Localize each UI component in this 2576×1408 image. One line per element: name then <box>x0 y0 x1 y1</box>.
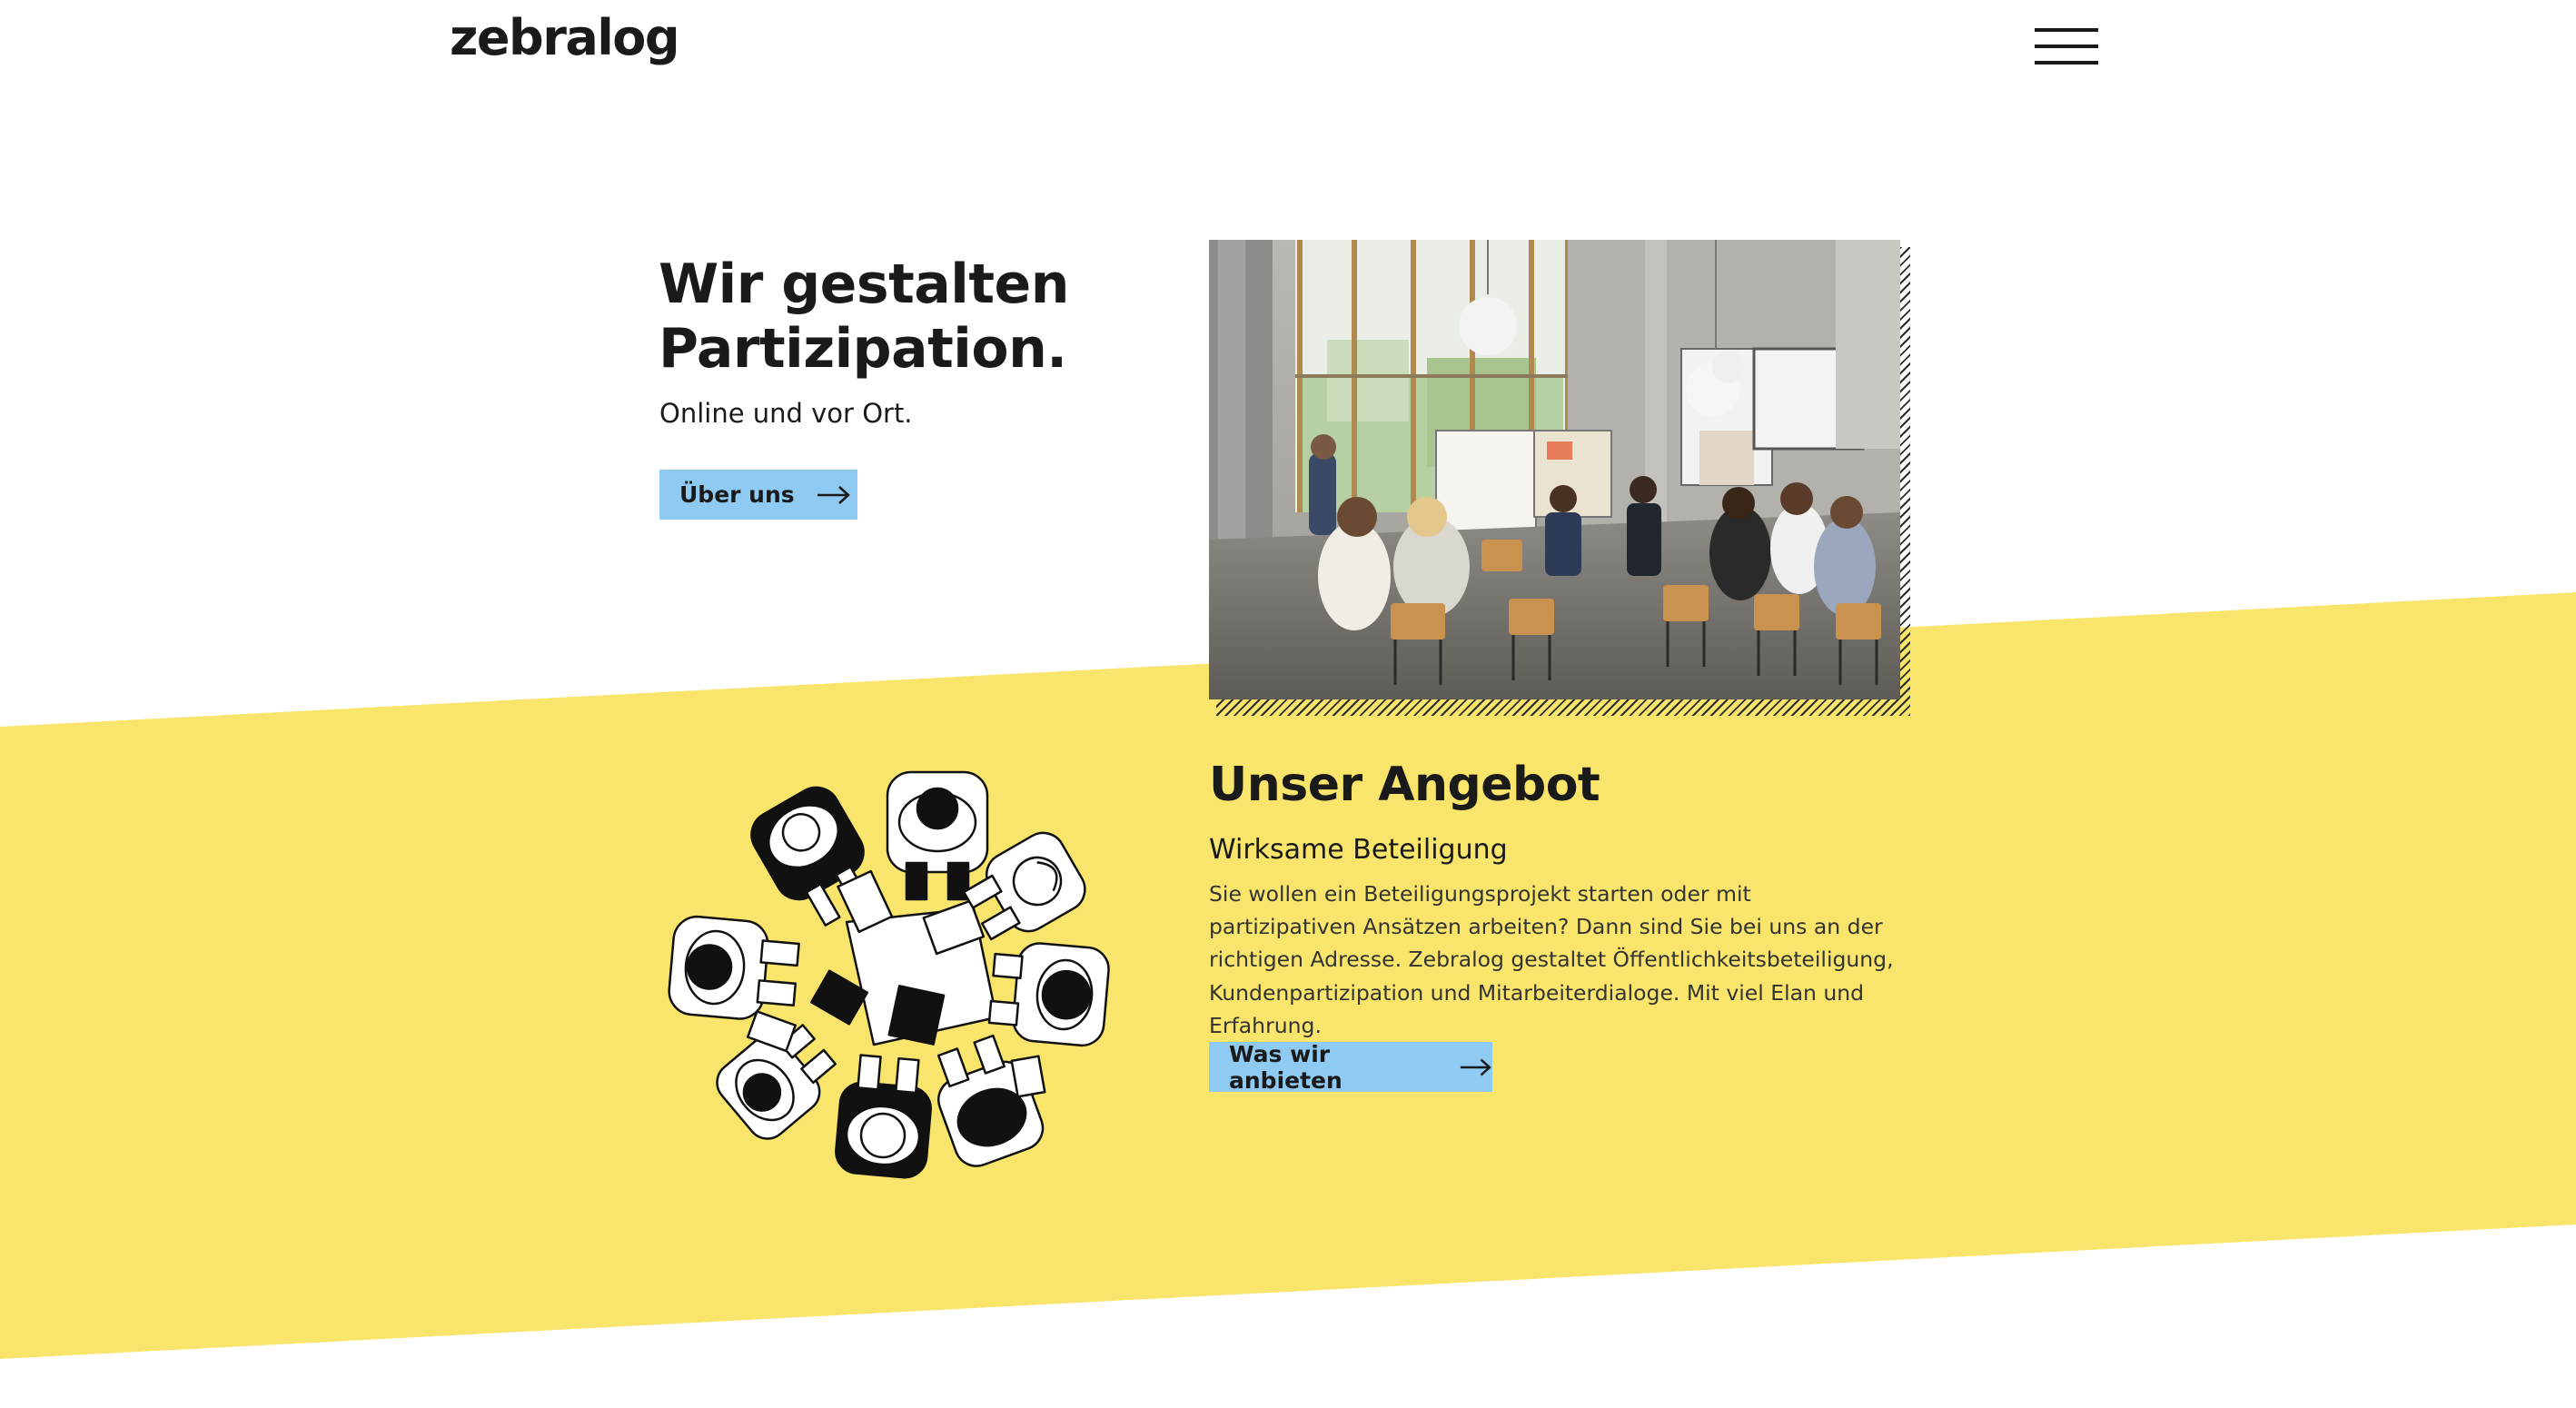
meeting-table-illustration <box>656 745 1137 1199</box>
offers-button[interactable]: Was wir anbieten <box>1209 1040 1492 1094</box>
menu-line <box>2035 61 2098 64</box>
menu-line <box>2035 28 2098 32</box>
about-us-button[interactable]: Über uns <box>659 470 857 520</box>
offer-subtitle: Wirksame Beteiligung <box>1209 834 1508 866</box>
offer-body: Sie wollen ein Beteiligungsprojekt start… <box>1209 881 1894 1038</box>
hero-title: Wir gestalten Partizipation. <box>659 253 1069 381</box>
about-us-button-label: Über uns <box>679 481 795 508</box>
offer-title: Unser Angebot <box>1209 758 1600 812</box>
arrow-right-icon <box>817 485 850 504</box>
hamburger-menu-icon[interactable] <box>2035 25 2098 67</box>
workshop-photo <box>1209 240 1900 699</box>
offers-button-label: Was wir anbieten <box>1229 1040 1342 1094</box>
hero-subtitle: Online und vor Ort. <box>659 398 913 429</box>
logo[interactable]: zebralog <box>450 9 680 66</box>
workshop-photo-frame <box>1209 240 1910 716</box>
arrow-right-icon <box>1461 1058 1492 1076</box>
menu-line <box>2035 45 2098 48</box>
